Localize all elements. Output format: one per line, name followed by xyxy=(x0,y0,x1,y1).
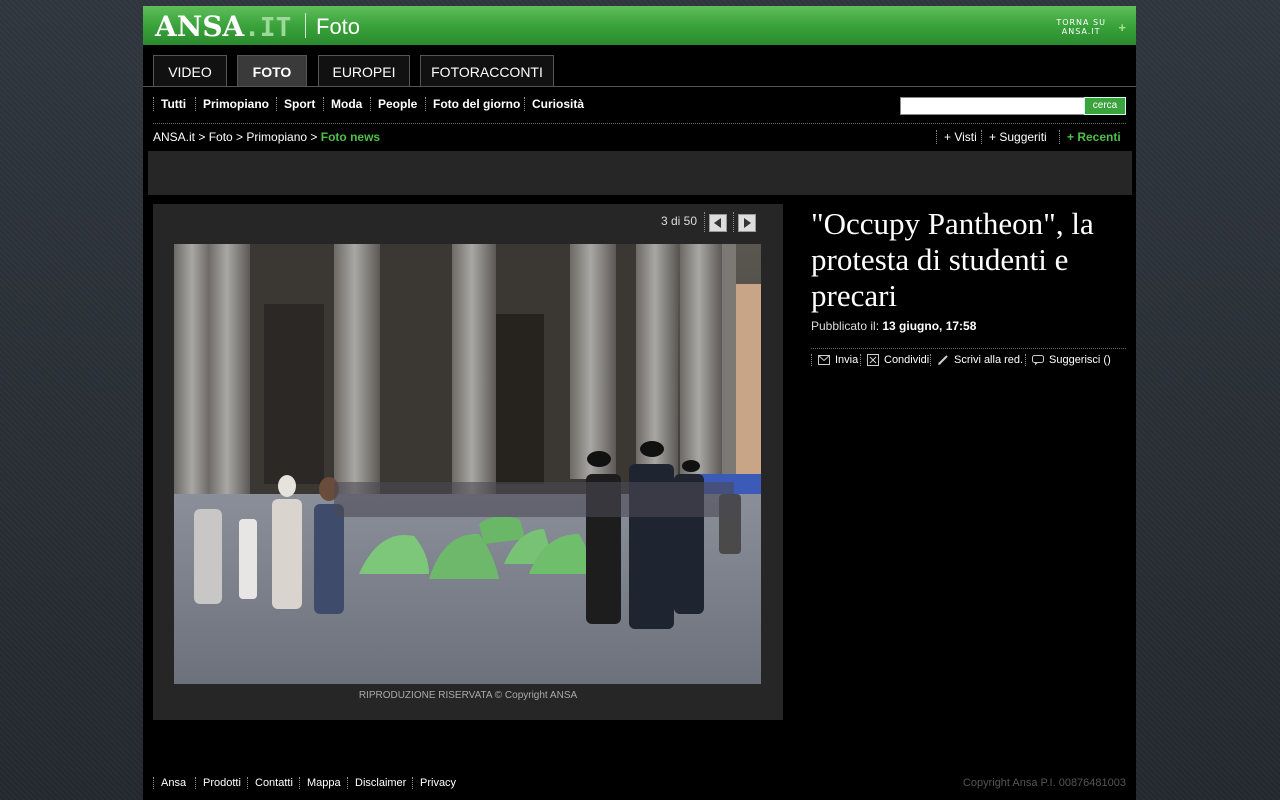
breadcrumb-path[interactable]: ANSA.it > Foto > Primopiano > xyxy=(153,130,321,144)
footer-link-disclaimer[interactable]: Disclaimer xyxy=(347,777,406,789)
suggerisci-label: Suggerisci () xyxy=(1049,354,1111,366)
plus-icon[interactable]: + xyxy=(1118,20,1126,35)
ansa-logo[interactable]: ANSA.IT xyxy=(155,10,291,43)
logo-main-text: ANSA xyxy=(155,10,245,43)
article-title: "Occupy Pantheon", la protesta di studen… xyxy=(811,206,1094,313)
pencil-icon xyxy=(938,355,948,366)
scrivi-label: Scrivi alla red. xyxy=(954,354,1024,366)
published-label: Pubblicato il: xyxy=(811,319,883,333)
condividi-button[interactable]: Condividi xyxy=(860,354,930,367)
envelope-icon xyxy=(818,355,830,366)
back-link-line2: ANSA.it xyxy=(1061,27,1101,36)
invia-label: Invia xyxy=(835,354,859,366)
tab-video[interactable]: VIDEO xyxy=(153,55,227,86)
subnav-item-foto-del-giorno[interactable]: Foto del giorno xyxy=(425,97,520,111)
breadcrumb-current[interactable]: Foto news xyxy=(321,130,380,144)
photo-copyright: RIPRODUZIONE RISERVATA © Copyright ANSA xyxy=(358,690,578,701)
back-to-ansa-link[interactable]: TORNA SU ANSA.it xyxy=(1056,18,1106,36)
footer-link-contatti[interactable]: Contatti xyxy=(247,777,293,789)
tab-fotoracconti[interactable]: FOTORACCONTI xyxy=(420,55,554,86)
tab-foto[interactable]: FOTO xyxy=(237,55,307,86)
nav-separator xyxy=(704,212,706,232)
pantheon-protest-photo xyxy=(174,244,761,684)
condividi-label: Condividi xyxy=(884,354,930,366)
footer-link-mappa[interactable]: Mappa xyxy=(299,777,341,789)
logo-suffix-text: .IT xyxy=(244,13,292,43)
scrivi-alla-redazione-button[interactable]: Scrivi alla red. xyxy=(930,354,1024,367)
subnav-item-curiosita[interactable]: Curiosità xyxy=(524,97,584,111)
view-link-suggeriti[interactable]: + Suggeriti xyxy=(981,130,1047,144)
subnav-item-moda[interactable]: Moda xyxy=(323,97,362,111)
suggerisci-button[interactable]: Suggerisci () xyxy=(1025,354,1111,366)
view-link-recenti[interactable]: + Recenti xyxy=(1059,130,1121,144)
share-icon xyxy=(867,354,879,367)
view-link-visti[interactable]: + Visti xyxy=(936,130,977,144)
footer-copyright: Copyright Ansa P.I. 00876481003 xyxy=(962,777,1126,789)
footer-link-ansa[interactable]: Ansa xyxy=(153,777,186,789)
site-header: ANSA.IT Foto TORNA SU ANSA.it + xyxy=(143,6,1136,45)
subnav-item-tutti[interactable]: Tutti xyxy=(153,97,186,111)
next-photo-button[interactable] xyxy=(738,214,756,232)
back-link-line1: TORNA SU xyxy=(1056,18,1106,27)
speech-bubble-icon xyxy=(1032,354,1044,366)
invia-button[interactable]: Invia xyxy=(811,354,858,366)
breadcrumb: ANSA.it > Foto > Primopiano > Foto news xyxy=(153,130,380,144)
arrow-right-icon xyxy=(744,218,751,228)
prev-photo-button[interactable] xyxy=(709,214,727,232)
tab-europei[interactable]: EUROPEI xyxy=(318,55,410,86)
arrow-left-icon xyxy=(714,218,721,228)
search-input[interactable] xyxy=(900,97,1088,115)
footer-link-prodotti[interactable]: Prodotti xyxy=(195,777,241,789)
section-title[interactable]: Foto xyxy=(316,14,360,40)
page: ANSA.IT Foto TORNA SU ANSA.it + VIDEO FO… xyxy=(143,6,1136,800)
subnav-item-people[interactable]: People xyxy=(370,97,417,111)
published-date: 13 giugno, 17:58 xyxy=(882,319,977,333)
subnav-item-sport[interactable]: Sport xyxy=(276,97,315,111)
ad-banner-area xyxy=(148,151,1132,195)
nav-separator xyxy=(733,212,735,232)
footer-link-privacy[interactable]: Privacy xyxy=(412,777,456,789)
photo-counter: 3 di 50 xyxy=(661,214,698,228)
actions-divider xyxy=(811,348,1126,349)
main-photo[interactable] xyxy=(174,244,761,684)
subnav-item-primopiano[interactable]: Primopiano xyxy=(195,97,269,111)
subnav-divider xyxy=(153,123,1126,124)
header-divider xyxy=(305,13,306,38)
search-button[interactable]: cerca xyxy=(1084,97,1126,115)
published-info: Pubblicato il: 13 giugno, 17:58 xyxy=(811,319,976,333)
photo-panel: 3 di 50 RIPRODUZIONE RISERVATA © Copyrig… xyxy=(153,204,783,720)
tabs-underline xyxy=(143,86,1136,87)
